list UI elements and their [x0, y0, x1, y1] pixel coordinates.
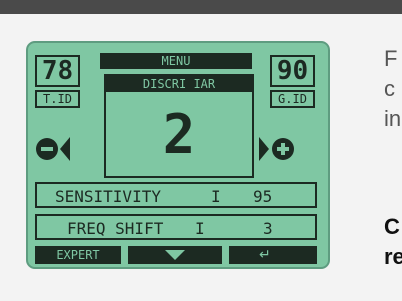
- left-arrow-icon[interactable]: [60, 137, 70, 161]
- lcd-screen: 78 T.ID MENU DISCRI IAR 2 90 G.ID SENSIT…: [26, 41, 330, 269]
- down-button[interactable]: [128, 246, 222, 264]
- mode-label: DISCRI IAR: [106, 76, 252, 92]
- top-bar: [0, 0, 402, 14]
- side-text-line-3: in: [384, 106, 402, 131]
- gid-label: G.ID: [270, 90, 315, 108]
- down-arrow-icon: [165, 250, 185, 260]
- gid-value: 90: [276, 56, 309, 86]
- sensitivity-divider-icon: I: [211, 187, 221, 206]
- freq-shift-label: FREQ SHIFT: [67, 219, 164, 238]
- side-text-line-2: c: [384, 76, 395, 101]
- freq-shift-value: 3: [263, 219, 273, 238]
- sensitivity-label: SENSITIVITY: [55, 187, 161, 206]
- freq-shift-divider-icon: I: [195, 219, 205, 238]
- plus-icon[interactable]: [272, 138, 294, 160]
- return-arrow-icon: ↵: [259, 247, 271, 263]
- expert-button[interactable]: EXPERT: [35, 246, 121, 264]
- side-bold-line-2: re: [384, 244, 402, 269]
- minus-icon[interactable]: [36, 138, 58, 160]
- menu-label: MENU: [100, 53, 252, 69]
- back-button[interactable]: ↵: [229, 246, 317, 264]
- side-text-line-1: F: [384, 46, 398, 71]
- side-bold-line-1: C: [384, 214, 400, 239]
- tid-label: T.ID: [35, 90, 80, 108]
- right-arrow-icon[interactable]: [259, 137, 269, 161]
- tid-value: 78: [41, 56, 74, 86]
- sensitivity-row[interactable]: SENSITIVITY I 95: [35, 182, 317, 208]
- mode-value: 2: [162, 103, 196, 166]
- freq-shift-row[interactable]: FREQ SHIFT I 3: [35, 214, 317, 240]
- sensitivity-value: 95: [253, 187, 273, 206]
